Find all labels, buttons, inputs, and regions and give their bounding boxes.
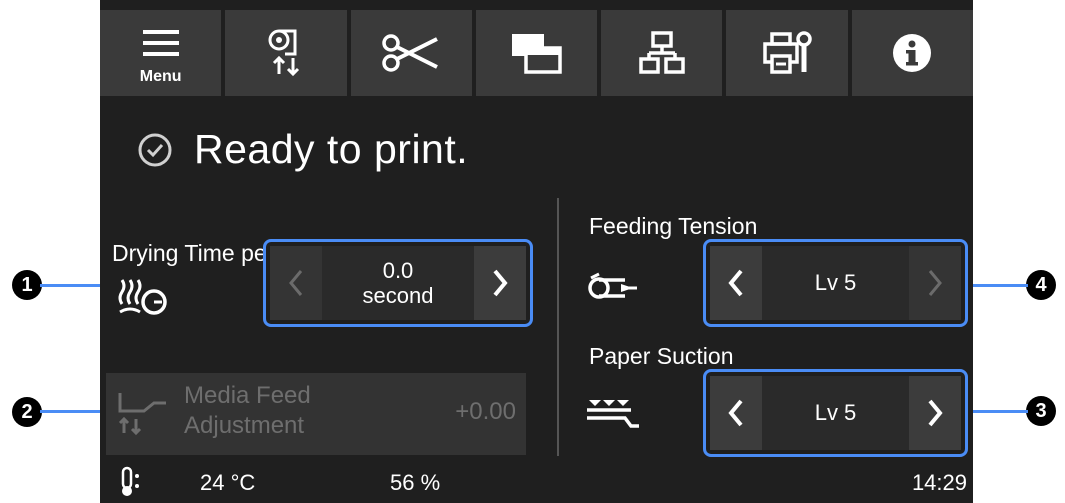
callout-3: 3 — [1026, 396, 1056, 426]
media-feed-icon — [118, 393, 166, 436]
feeding-tension-stepper: Lv 5 — [703, 239, 968, 327]
callout-1: 1 — [12, 270, 42, 300]
callout-3-line — [966, 410, 1028, 413]
callout-4: 4 — [1026, 270, 1056, 300]
suction-icon — [587, 400, 639, 428]
check-circle-icon — [138, 133, 172, 166]
status-text: Ready to print. — [194, 126, 469, 172]
paper-feed-button[interactable] — [225, 10, 347, 96]
network-button[interactable] — [601, 10, 723, 96]
top-toolbar: Menu — [100, 10, 973, 96]
panel-divider — [557, 198, 559, 456]
drying-time-increase-button[interactable] — [474, 246, 526, 320]
temperature-readout: 24 °C — [200, 470, 256, 495]
menu-button[interactable]: Menu — [100, 10, 222, 96]
paper-suction-increase-button[interactable] — [909, 376, 961, 450]
chevron-right-icon — [928, 270, 942, 296]
clock: 14:29 — [911, 470, 967, 495]
network-icon — [639, 31, 685, 74]
feeding-tension-value: Lv 5 — [762, 246, 909, 320]
drying-icon — [118, 279, 167, 315]
chevron-left-icon — [728, 269, 743, 297]
window-icon — [512, 34, 563, 74]
paper-suction-decrease-button[interactable] — [710, 376, 762, 450]
thermometer-icon — [121, 466, 139, 496]
media-feed-label-line2: Adjustment — [184, 412, 305, 439]
menu-label: Menu — [139, 68, 182, 85]
cut-button[interactable] — [350, 10, 472, 96]
menu-icon — [142, 30, 179, 56]
window-button[interactable] — [475, 10, 598, 96]
media-feed-adjustment-button[interactable]: Media Feed Adjustment +0.00 — [106, 373, 526, 455]
bottom-status-bar: 24 °C 56 % 14:29 — [100, 462, 973, 503]
feeding-tension-decrease-button[interactable] — [710, 246, 762, 320]
feeding-tension-increase-button[interactable] — [909, 246, 961, 320]
media-feed-label-line1: Media Feed — [184, 382, 311, 409]
media-feed-label: Media Feed Adjustment — [184, 381, 311, 441]
drying-time-stepper: 0.0 second — [263, 239, 533, 327]
feeding-tension-label: Feeding Tension — [589, 213, 758, 239]
drying-time-value: 0.0 second — [322, 246, 474, 320]
paper-suction-value: Lv 5 — [762, 376, 909, 450]
maintenance-icon — [763, 31, 812, 74]
paper-suction-label: Paper Suction — [589, 343, 734, 369]
info-button[interactable] — [851, 10, 973, 96]
humidity-readout: 56 % — [390, 470, 441, 495]
chevron-right-icon — [928, 399, 943, 427]
chevron-left-icon — [728, 399, 743, 427]
drying-time-number: 0.0 — [382, 257, 414, 283]
chevron-right-icon — [493, 269, 508, 297]
printer-control-panel: Menu Ready to print. Drying Time per Pas… — [100, 0, 973, 503]
callout-2: 2 — [12, 397, 42, 427]
status-line: Ready to print. — [138, 126, 468, 173]
callout-4-line — [966, 284, 1028, 287]
chevron-left-icon — [289, 270, 303, 296]
maintenance-button[interactable] — [726, 10, 848, 96]
paper-feed-icon — [268, 29, 299, 77]
info-icon — [893, 34, 932, 72]
drying-time-decrease-button[interactable] — [270, 246, 322, 320]
drying-time-unit: second — [362, 283, 434, 308]
media-feed-value: +0.00 — [455, 398, 516, 425]
cut-icon — [382, 34, 439, 72]
tension-icon — [588, 272, 637, 299]
paper-suction-stepper: Lv 5 — [703, 369, 968, 457]
